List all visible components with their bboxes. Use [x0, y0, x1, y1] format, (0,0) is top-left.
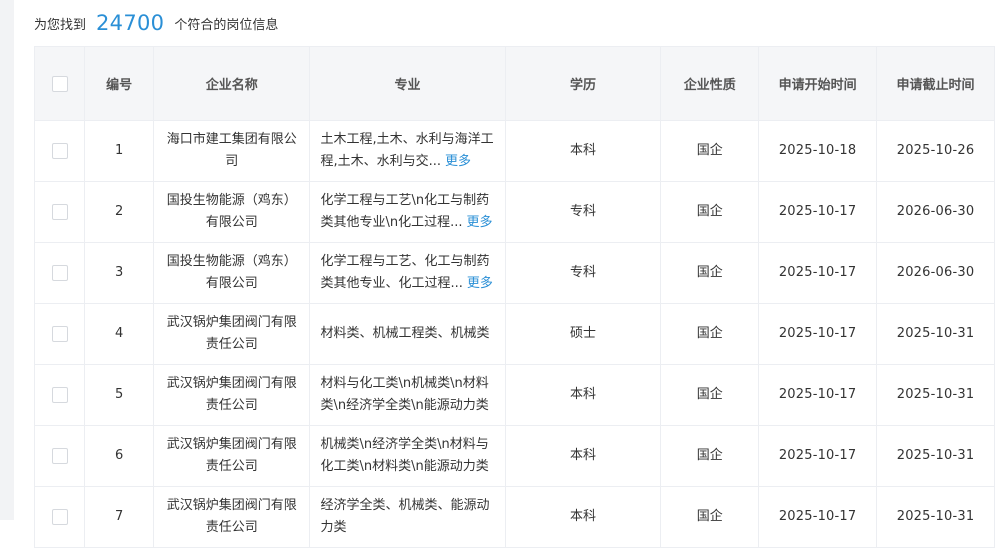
table-row[interactable]: 7 武汉锅炉集团阀门有限责任公司 经济学全类、机械类、能源动力类 本科 国企 2025-1… — [33, 486, 995, 548]
header-id: 编号 — [84, 46, 154, 121]
education: 本科 — [505, 364, 662, 426]
major-text: 化学工程与工艺\n化工与制药类其他专业\n化工过程... — [320, 193, 490, 230]
major-cell: 化学工程与工艺、化工与制药类其他专业、化工过程... 更多 — [309, 242, 506, 304]
row-select-cell[interactable] — [33, 486, 86, 548]
more-link[interactable]: 更多 — [466, 215, 492, 230]
table-header-row: 编号 企业名称 专业 学历 企业性质 申请开始时间 申请截止时间 — [33, 46, 995, 121]
more-link[interactable]: 更多 — [467, 276, 493, 291]
start-date: 2025-10-17 — [758, 486, 878, 548]
table-row[interactable]: 1 海口市建工集团有限公司 土木工程,土木、水利与海洋工程,土木、水利与交... 更多… — [33, 120, 995, 182]
education: 专科 — [505, 181, 662, 243]
start-date: 2025-10-17 — [758, 425, 878, 487]
end-date: 2025-10-31 — [876, 303, 995, 365]
major-cell: 化学工程与工艺\n化工与制药类其他专业\n化工过程... 更多 — [309, 181, 506, 243]
company-name: 海口市建工集团有限公司 — [153, 120, 311, 182]
end-date: 2025-10-26 — [876, 120, 995, 182]
start-date: 2025-10-17 — [758, 303, 878, 365]
table-row[interactable]: 3 国投生物能源（鸡东）有限公司 化学工程与工艺、化工与制药类其他专业、化工过程..… — [33, 242, 995, 304]
education: 专科 — [505, 242, 662, 304]
company-type: 国企 — [660, 425, 760, 487]
header-company-type: 企业性质 — [660, 46, 760, 121]
row-select-cell[interactable] — [33, 425, 86, 487]
company-type: 国企 — [660, 242, 760, 304]
company-type: 国企 — [660, 181, 760, 243]
major-cell: 机械类\n经济学全类\n材料与化工类\n材料类\n能源动力类 — [309, 425, 506, 487]
company-name: 武汉锅炉集团阀门有限责任公司 — [153, 303, 311, 365]
company-type: 国企 — [660, 120, 760, 182]
row-id: 3 — [84, 242, 154, 304]
row-id: 4 — [84, 303, 154, 365]
major-cell: 材料类、机械工程类、机械类 — [309, 303, 506, 365]
job-table: 编号 企业名称 专业 学历 企业性质 申请开始时间 申请截止时间 1 海口市建工集… — [33, 46, 995, 548]
row-id: 1 — [84, 120, 154, 182]
company-name: 武汉锅炉集团阀门有限责任公司 — [153, 486, 311, 548]
result-summary: 为您找到 24700 个符合的岗位信息 — [34, 8, 278, 38]
table-row[interactable]: 2 国投生物能源（鸡东）有限公司 化学工程与工艺\n化工与制药类其他专业\n化工过程… — [33, 181, 995, 243]
row-select-cell[interactable] — [33, 181, 86, 243]
header-end-date[interactable]: 申请截止时间 — [876, 46, 995, 121]
row-select-cell[interactable] — [33, 303, 86, 365]
education: 本科 — [505, 486, 662, 548]
table-row[interactable]: 5 武汉锅炉集团阀门有限责任公司 材料与化工类\n机械类\n材料类\n经济学全类\n… — [33, 364, 995, 426]
row-select-cell[interactable] — [33, 364, 86, 426]
company-name: 国投生物能源（鸡东）有限公司 — [153, 242, 311, 304]
row-select-cell[interactable] — [33, 242, 86, 304]
header-major: 专业 — [309, 46, 506, 121]
major-text: 化学工程与工艺、化工与制药类其他专业、化工过程... — [320, 254, 490, 291]
row-id: 2 — [84, 181, 154, 243]
more-link[interactable]: 更多 — [445, 154, 471, 169]
row-select-cell[interactable] — [33, 120, 86, 182]
select-all-checkbox[interactable] — [51, 75, 68, 92]
company-type: 国企 — [660, 486, 760, 548]
education: 本科 — [505, 120, 662, 182]
header-education: 学历 — [505, 46, 662, 121]
row-checkbox[interactable] — [51, 203, 68, 220]
header-select[interactable] — [33, 46, 86, 121]
row-checkbox[interactable] — [51, 264, 68, 281]
education: 本科 — [505, 425, 662, 487]
major-cell: 经济学全类、机械类、能源动力类 — [309, 486, 506, 548]
row-id: 5 — [84, 364, 154, 426]
company-name: 武汉锅炉集团阀门有限责任公司 — [153, 425, 311, 487]
major-text: 机械类\n经济学全类\n材料与化工类\n材料类\n能源动力类 — [320, 437, 489, 474]
summary-suffix: 个符合的岗位信息 — [174, 17, 279, 33]
company-name: 国投生物能源（鸡东）有限公司 — [153, 181, 311, 243]
start-date: 2025-10-18 — [758, 120, 878, 182]
major-text: 材料类、机械工程类、机械类 — [320, 326, 490, 341]
education: 硕士 — [505, 303, 662, 365]
end-date: 2025-10-31 — [876, 364, 995, 426]
table-row[interactable]: 4 武汉锅炉集团阀门有限责任公司 材料类、机械工程类、机械类 硕士 国企 2025-10-… — [33, 303, 995, 365]
row-id: 6 — [84, 425, 154, 487]
start-date: 2025-10-17 — [758, 364, 878, 426]
summary-prefix: 为您找到 — [34, 17, 87, 33]
company-name: 武汉锅炉集团阀门有限责任公司 — [153, 364, 311, 426]
start-date: 2025-10-17 — [758, 242, 878, 304]
row-checkbox[interactable] — [51, 325, 68, 342]
company-type: 国企 — [660, 364, 760, 426]
company-type: 国企 — [660, 303, 760, 365]
end-date: 2025-10-31 — [876, 486, 995, 548]
table-body: 1 海口市建工集团有限公司 土木工程,土木、水利与海洋工程,土木、水利与交... 更多… — [33, 120, 995, 548]
major-text: 材料与化工类\n机械类\n材料类\n经济学全类\n能源动力类 — [320, 376, 489, 413]
left-rail — [0, 0, 14, 520]
table-row[interactable]: 6 武汉锅炉集团阀门有限责任公司 机械类\n经济学全类\n材料与化工类\n材料类\n… — [33, 425, 995, 487]
major-cell: 土木工程,土木、水利与海洋工程,土木、水利与交... 更多 — [309, 120, 506, 182]
start-date: 2025-10-17 — [758, 181, 878, 243]
row-checkbox[interactable] — [51, 447, 68, 464]
row-checkbox[interactable] — [51, 508, 68, 525]
end-date: 2026-06-30 — [876, 242, 995, 304]
major-cell: 材料与化工类\n机械类\n材料类\n经济学全类\n能源动力类 — [309, 364, 506, 426]
header-start-date[interactable]: 申请开始时间 — [758, 46, 878, 121]
row-id: 7 — [84, 486, 154, 548]
end-date: 2026-06-30 — [876, 181, 995, 243]
end-date: 2025-10-31 — [876, 425, 995, 487]
row-checkbox[interactable] — [51, 142, 68, 159]
major-text: 经济学全类、机械类、能源动力类 — [320, 498, 490, 535]
header-company: 企业名称 — [153, 46, 311, 121]
result-count: 24700 — [96, 11, 165, 35]
row-checkbox[interactable] — [51, 386, 68, 403]
